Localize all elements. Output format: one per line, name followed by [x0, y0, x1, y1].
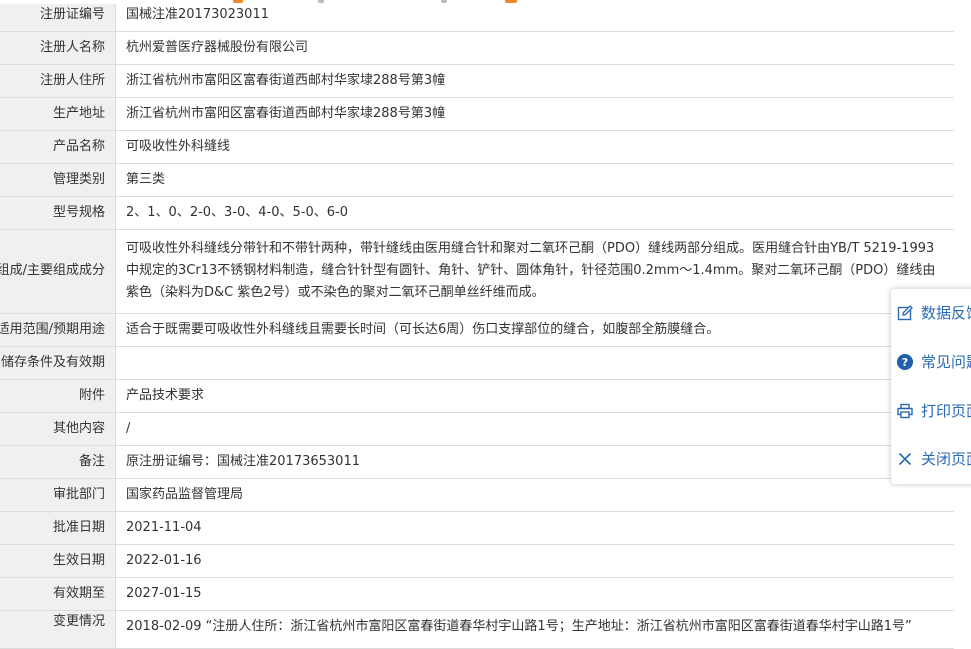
field-label: 管理类别 — [0, 163, 116, 197]
field-value: 国家药品监督管理局 — [115, 478, 954, 512]
toolbar-marker — [505, 0, 517, 3]
field-label: 生效日期 — [0, 544, 116, 578]
field-label: 注册证编号 — [0, 0, 116, 32]
field-value: 杭州爱普医疗器械股份有限公司 — [115, 31, 954, 65]
table-row: 结构及组成/主要组成成分可吸收性外科缝线分带针和不带针两种，带针缝线由医用缝合针… — [0, 229, 954, 314]
toolbar-marker — [233, 0, 243, 3]
field-label: 备注 — [0, 445, 116, 479]
field-label: 适用范围/预期用途 — [0, 313, 116, 347]
field-label: 附件 — [0, 379, 116, 413]
field-value: 2027-01-15 — [115, 577, 954, 611]
edit-icon — [897, 305, 913, 321]
field-value: 原注册证编号：国械注准20173653011 — [115, 445, 954, 479]
field-label: 型号规格 — [0, 196, 116, 230]
table-row: 审批部门 国家药品监督管理局 — [0, 478, 954, 512]
data-feedback-label: 数据反馈 — [921, 304, 971, 322]
field-label: 变更情况 — [0, 610, 116, 649]
table-row: 注册人住所 浙江省杭州市富阳区富春街道西邮村华家埭288号第3幢 — [0, 64, 954, 98]
field-label: 注册人住所 — [0, 64, 116, 98]
print-page-label: 打印页面 — [921, 402, 971, 420]
field-value: 可吸收性外科缝线分带针和不带针两种，带针缝线由医用缝合针和聚对二氧环己酮（PDO… — [115, 229, 954, 314]
toolbar-marker — [318, 0, 324, 3]
field-value: 2021-11-04 — [115, 511, 954, 545]
table-row: 产品名称 可吸收性外科缝线 — [0, 130, 954, 164]
top-toolbar-edge — [0, 0, 971, 4]
registration-info-table: 注册证编号 国械注准20173023011 注册人名称 杭州爱普医疗器械股份有限公司… — [0, 0, 954, 649]
field-label: 审批部门 — [0, 478, 116, 512]
field-label: 生产地址 — [0, 97, 116, 131]
field-label: 批准日期 — [0, 511, 116, 545]
faq-label: 常见问题 — [921, 353, 971, 371]
table-row: 注册人名称 杭州爱普医疗器械股份有限公司 — [0, 31, 954, 65]
close-icon — [898, 452, 912, 466]
svg-text:?: ? — [902, 356, 908, 369]
close-page-label: 关闭页面 — [921, 450, 971, 468]
field-label: 产品储存条件及有效期 — [0, 346, 116, 380]
field-value: / — [115, 412, 954, 446]
table-row: 备注 原注册证编号：国械注准20173653011 — [0, 445, 954, 479]
print-icon — [897, 403, 913, 419]
table-row: 其他内容 / — [0, 412, 954, 446]
field-value: 第三类 — [115, 163, 954, 197]
field-label: 有效期至 — [0, 577, 116, 611]
field-label: 其他内容 — [0, 412, 116, 446]
field-value: 可吸收性外科缝线 — [115, 130, 954, 164]
field-value: 浙江省杭州市富阳区富春街道西邮村华家埭288号第3幢 — [115, 64, 954, 98]
toolbar-marker — [441, 0, 447, 3]
field-label: 产品名称 — [0, 130, 116, 164]
table-row: 生效日期 2022-01-16 — [0, 544, 954, 578]
table-row: 适用范围/预期用途 适合于既需要可吸收性外科缝线且需要长时间（可长达6周）伤口支撑… — [0, 313, 954, 347]
field-value: 2018-02-09 “注册人住所：浙江省杭州市富阳区富春街道春华村宇山路1号；… — [115, 610, 954, 649]
side-tool-panel: 数据反馈 ? 常见问题 打印页面 关闭页面 — [891, 289, 971, 484]
field-value: 2、1、0、2-0、3-0、4-0、5-0、6-0 — [115, 196, 954, 230]
table-row: 变更情况 2018-02-09 “注册人住所：浙江省杭州市富阳区富春街道春华村宇山… — [0, 610, 954, 649]
table-row: 附件 产品技术要求 — [0, 379, 954, 413]
field-value: 国械注准20173023011 — [115, 0, 954, 32]
table-row: 注册证编号 国械注准20173023011 — [0, 0, 954, 32]
field-label: 结构及组成/主要组成成分 — [0, 229, 116, 314]
table-row: 型号规格 2、1、0、2-0、3-0、4-0、5-0、6-0 — [0, 196, 954, 230]
field-value: 适合于既需要可吸收性外科缝线且需要长时间（可长达6周）伤口支撑部位的缝合，如腹部… — [115, 313, 954, 347]
table-row: 批准日期 2021-11-04 — [0, 511, 954, 545]
question-icon: ? — [897, 354, 913, 370]
field-value: 产品技术要求 — [115, 379, 954, 413]
table-row: 生产地址 浙江省杭州市富阳区富春街道西邮村华家埭288号第3幢 — [0, 97, 954, 131]
table-row: 管理类别 第三类 — [0, 163, 954, 197]
field-value: 浙江省杭州市富阳区富春街道西邮村华家埭288号第3幢 — [115, 97, 954, 131]
table-row: 产品储存条件及有效期 — [0, 346, 954, 380]
field-value — [115, 346, 954, 380]
field-value: 2022-01-16 — [115, 544, 954, 578]
field-label: 注册人名称 — [0, 31, 116, 65]
table-row: 有效期至 2027-01-15 — [0, 577, 954, 611]
